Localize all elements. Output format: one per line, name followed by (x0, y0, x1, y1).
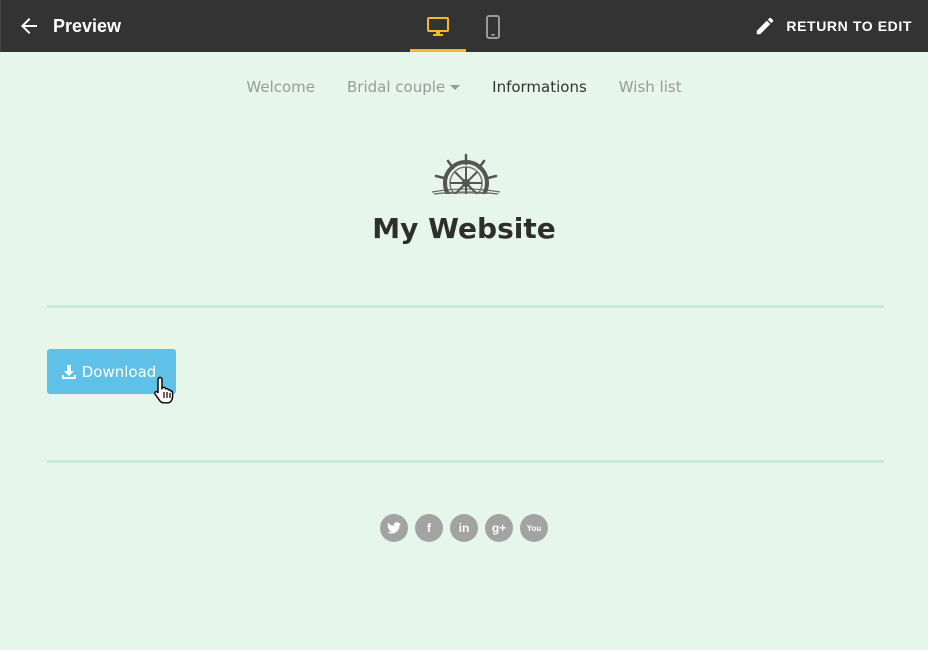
menu-item-bridal-couple[interactable]: Bridal couple (347, 78, 461, 96)
monitor-icon (427, 17, 449, 36)
google-plus-icon[interactable]: g+ (485, 514, 513, 542)
facebook-glyph: f (427, 521, 431, 535)
site-title: My Website (372, 212, 556, 245)
linkedin-icon[interactable]: in (450, 514, 478, 542)
menu-item-wish-list[interactable]: Wish list (619, 78, 682, 96)
youtube-icon[interactable]: You (520, 514, 548, 542)
phone-icon (486, 15, 500, 39)
twitter-icon[interactable] (380, 514, 408, 542)
website-preview: Welcome Bridal couple Informations Wish … (0, 52, 928, 650)
pencil-icon (757, 17, 774, 35)
hand-pointer-cursor-icon (153, 376, 179, 408)
download-label: Download (81, 362, 157, 381)
facebook-icon[interactable]: f (415, 514, 443, 542)
download-icon (61, 364, 76, 379)
youtube-glyph: You (526, 523, 542, 533)
desktop-view-tab[interactable] (410, 0, 466, 52)
caret-down-icon (450, 85, 461, 90)
divider (47, 305, 884, 308)
social-links: f in g+ You (380, 514, 548, 542)
return-to-edit-label: RETURN TO EDIT (786, 18, 912, 34)
site-menu: Welcome Bridal couple Informations Wish … (0, 78, 928, 96)
menu-item-label: Bridal couple (347, 78, 446, 96)
toolbar-title: Preview (53, 16, 122, 36)
google-plus-glyph: g+ (491, 521, 507, 535)
return-to-edit-button[interactable]: RETURN TO EDIT (754, 14, 912, 38)
divider (47, 460, 884, 463)
preview-toolbar: Preview RETURN TO EDIT (0, 0, 928, 52)
linkedin-glyph: in (458, 521, 470, 535)
menu-item-welcome[interactable]: Welcome (246, 78, 315, 96)
back-arrow-icon[interactable] (17, 14, 41, 38)
ship-wheel-icon (428, 150, 504, 206)
mobile-view-tab[interactable] (465, 0, 521, 52)
menu-item-informations[interactable]: Informations (492, 78, 587, 96)
